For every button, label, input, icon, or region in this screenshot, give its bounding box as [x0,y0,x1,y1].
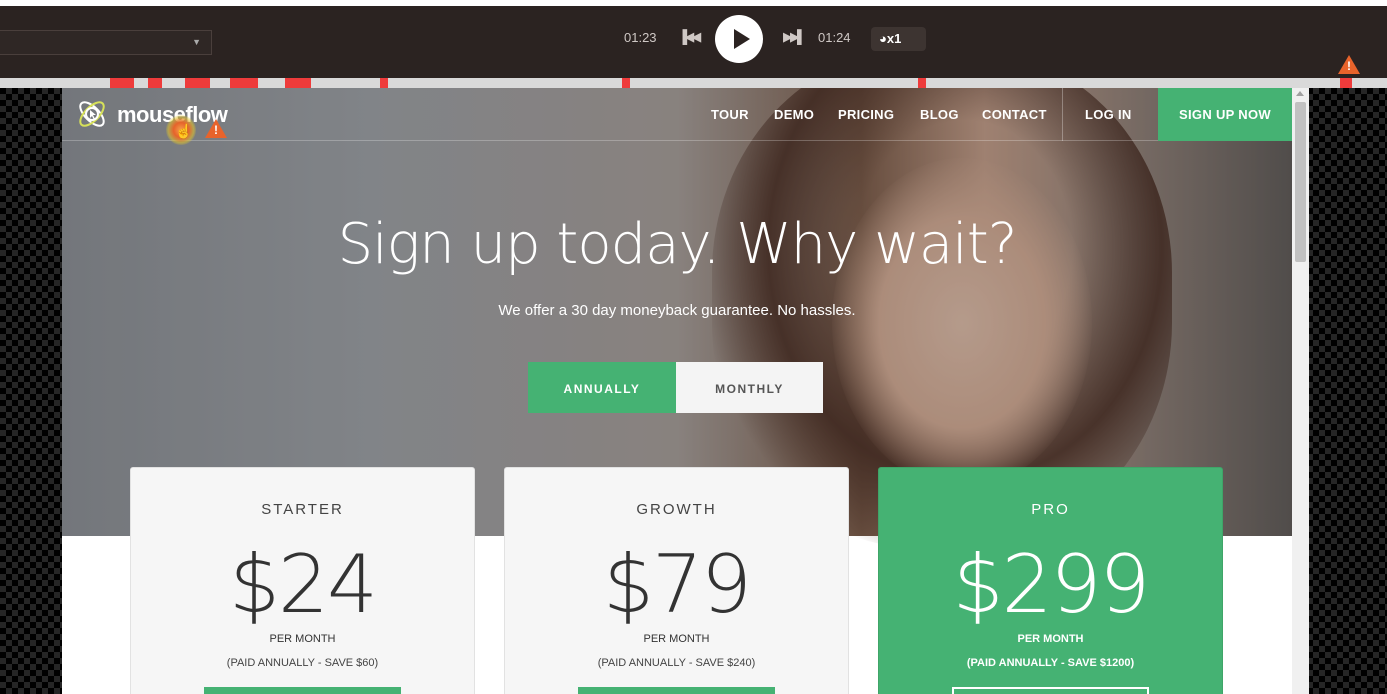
warning-icon[interactable]: ! [205,119,227,138]
plan-cta-button[interactable] [952,687,1149,694]
mouseflow-logo-icon[interactable] [74,96,110,132]
plan-price: $79 [603,538,752,631]
plan-period: PER MONTH [269,633,336,645]
timeline-marker[interactable] [622,78,630,88]
nav-tour[interactable]: TOUR [711,107,749,122]
page-scrollbar[interactable] [1292,88,1309,694]
nav-login[interactable]: LOG IN [1085,107,1132,122]
monthly-option[interactable]: MONTHLY [676,362,823,413]
nav-demo[interactable]: DEMO [774,107,814,122]
plan-card-pro: PRO $299 PER MONTH (PAID ANNUALLY - SAVE… [878,467,1223,694]
replay-player-bar: ▼ 01:23 ▐◀◀ ▶▶▌ 01:24 ◕x1 ! [0,0,1387,78]
nav-divider [1062,88,1063,141]
nav-contact[interactable]: CONTACT [982,107,1047,122]
chevron-down-icon: ▼ [192,37,201,47]
billing-toggle: ANNUALLY MONTHLY [528,362,823,413]
timeline-marker[interactable] [1340,78,1352,88]
plan-name: STARTER [261,501,344,518]
viewport-padding-left [0,88,62,694]
hero-subtitle: We offer a 30 day moneyback guarantee. N… [498,302,856,319]
timeline-marker[interactable] [285,78,311,88]
play-button[interactable] [715,15,763,63]
plan-price: $24 [229,538,378,631]
plan-price: $299 [952,538,1151,631]
sign-up-now-button[interactable]: SIGN UP NOW [1158,88,1292,141]
speed-dial-icon: ◕ [879,31,887,46]
current-time: 01:23 [624,30,657,45]
top-strip [0,0,1387,6]
scroll-thumb[interactable] [1295,102,1306,262]
end-time: 01:24 [818,30,851,45]
plan-card-starter: STARTER $24 PER MONTH (PAID ANNUALLY - S… [130,467,475,694]
timeline-marker[interactable] [230,78,258,88]
plan-period: PER MONTH [1017,633,1084,645]
nav-pricing[interactable]: PRICING [838,107,894,122]
speed-label: x1 [886,31,902,46]
warning-icon[interactable]: ! [1338,55,1360,74]
timeline-marker[interactable] [918,78,926,88]
plan-card-growth: GROWTH $79 PER MONTH (PAID ANNUALLY - SA… [504,467,849,694]
plan-cta-button[interactable] [204,687,401,694]
plan-cta-button[interactable] [578,687,775,694]
viewport-padding-right [1307,88,1387,694]
plan-name: GROWTH [636,501,717,518]
plan-name: PRO [1031,501,1070,518]
hero-title: Sign up today. Why wait? [337,212,1018,277]
site-nav: mouseflow TOUR DEMO PRICING BLOG CONTACT… [62,88,1292,141]
speed-button[interactable]: ◕x1 [871,27,926,51]
plan-note: (PAID ANNUALLY - SAVE $60) [226,657,379,669]
scroll-up-arrow-icon[interactable] [1296,91,1304,96]
plan-note: (PAID ANNUALLY - SAVE $240) [597,657,756,669]
page-select-dropdown[interactable]: ▼ [0,30,212,55]
skip-next-icon[interactable]: ▶▶▌ [783,29,806,45]
timeline-marker[interactable] [148,78,162,88]
timeline-marker[interactable] [185,78,210,88]
hand-cursor-icon: ☝ [175,123,193,139]
recorded-page: mouseflow TOUR DEMO PRICING BLOG CONTACT… [62,88,1292,694]
timeline-marker[interactable] [380,78,388,88]
nav-blog[interactable]: BLOG [920,107,959,122]
plan-period: PER MONTH [643,633,710,645]
annually-option[interactable]: ANNUALLY [528,362,676,413]
skip-previous-icon[interactable]: ▐◀◀ [678,29,701,45]
timeline-marker[interactable] [110,78,134,88]
plan-note: (PAID ANNUALLY - SAVE $1200) [966,657,1135,669]
event-timeline[interactable] [0,78,1387,88]
